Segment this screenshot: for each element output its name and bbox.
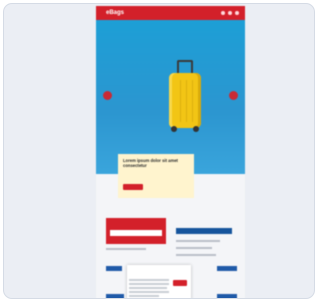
site-logo[interactable]: eBags bbox=[106, 9, 124, 17]
blue-button[interactable] bbox=[217, 294, 237, 298]
blue-button[interactable] bbox=[106, 266, 122, 271]
suitcase-wheel-right bbox=[193, 126, 199, 132]
mobile-page-preview: eBags Lorem ipsum dolor sit amet consect… bbox=[96, 6, 245, 298]
promo-title: Lorem ipsum dolor sit amet consectetur bbox=[123, 158, 178, 168]
promo-button[interactable] bbox=[123, 184, 143, 190]
cart-icon[interactable] bbox=[235, 11, 239, 15]
header-icons bbox=[221, 11, 239, 15]
top-navigation-bar: eBags bbox=[96, 6, 245, 20]
cookie-consent-banner bbox=[127, 265, 191, 298]
promo-card: Lorem ipsum dolor sit amet consectetur bbox=[118, 154, 194, 198]
screenshot-card: eBags Lorem ipsum dolor sit amet consect… bbox=[3, 3, 315, 299]
signup-panel bbox=[106, 218, 166, 244]
text-line bbox=[176, 240, 220, 242]
suitcase-wheel-left bbox=[171, 126, 177, 132]
blue-button[interactable] bbox=[217, 266, 237, 271]
cookie-text-line bbox=[129, 287, 167, 289]
cookie-text-line bbox=[129, 295, 159, 297]
chevron-left-icon[interactable] bbox=[103, 91, 112, 100]
cookie-text-line bbox=[129, 291, 169, 293]
text-line bbox=[176, 254, 216, 256]
account-icon[interactable] bbox=[228, 11, 232, 15]
subscribe-button[interactable] bbox=[176, 228, 232, 234]
suitcase-handle bbox=[177, 60, 193, 74]
text-line bbox=[176, 247, 212, 249]
chevron-right-icon[interactable] bbox=[229, 91, 238, 100]
cookie-text-line bbox=[129, 279, 169, 281]
accept-cookies-button[interactable] bbox=[173, 280, 187, 286]
suitcase-ribs bbox=[175, 80, 195, 122]
cookie-text-line bbox=[129, 283, 169, 285]
hero-carousel bbox=[96, 20, 245, 174]
search-icon[interactable] bbox=[221, 11, 225, 15]
signup-email-input[interactable] bbox=[110, 230, 162, 236]
text-line bbox=[106, 248, 146, 250]
blue-button[interactable] bbox=[106, 294, 124, 298]
